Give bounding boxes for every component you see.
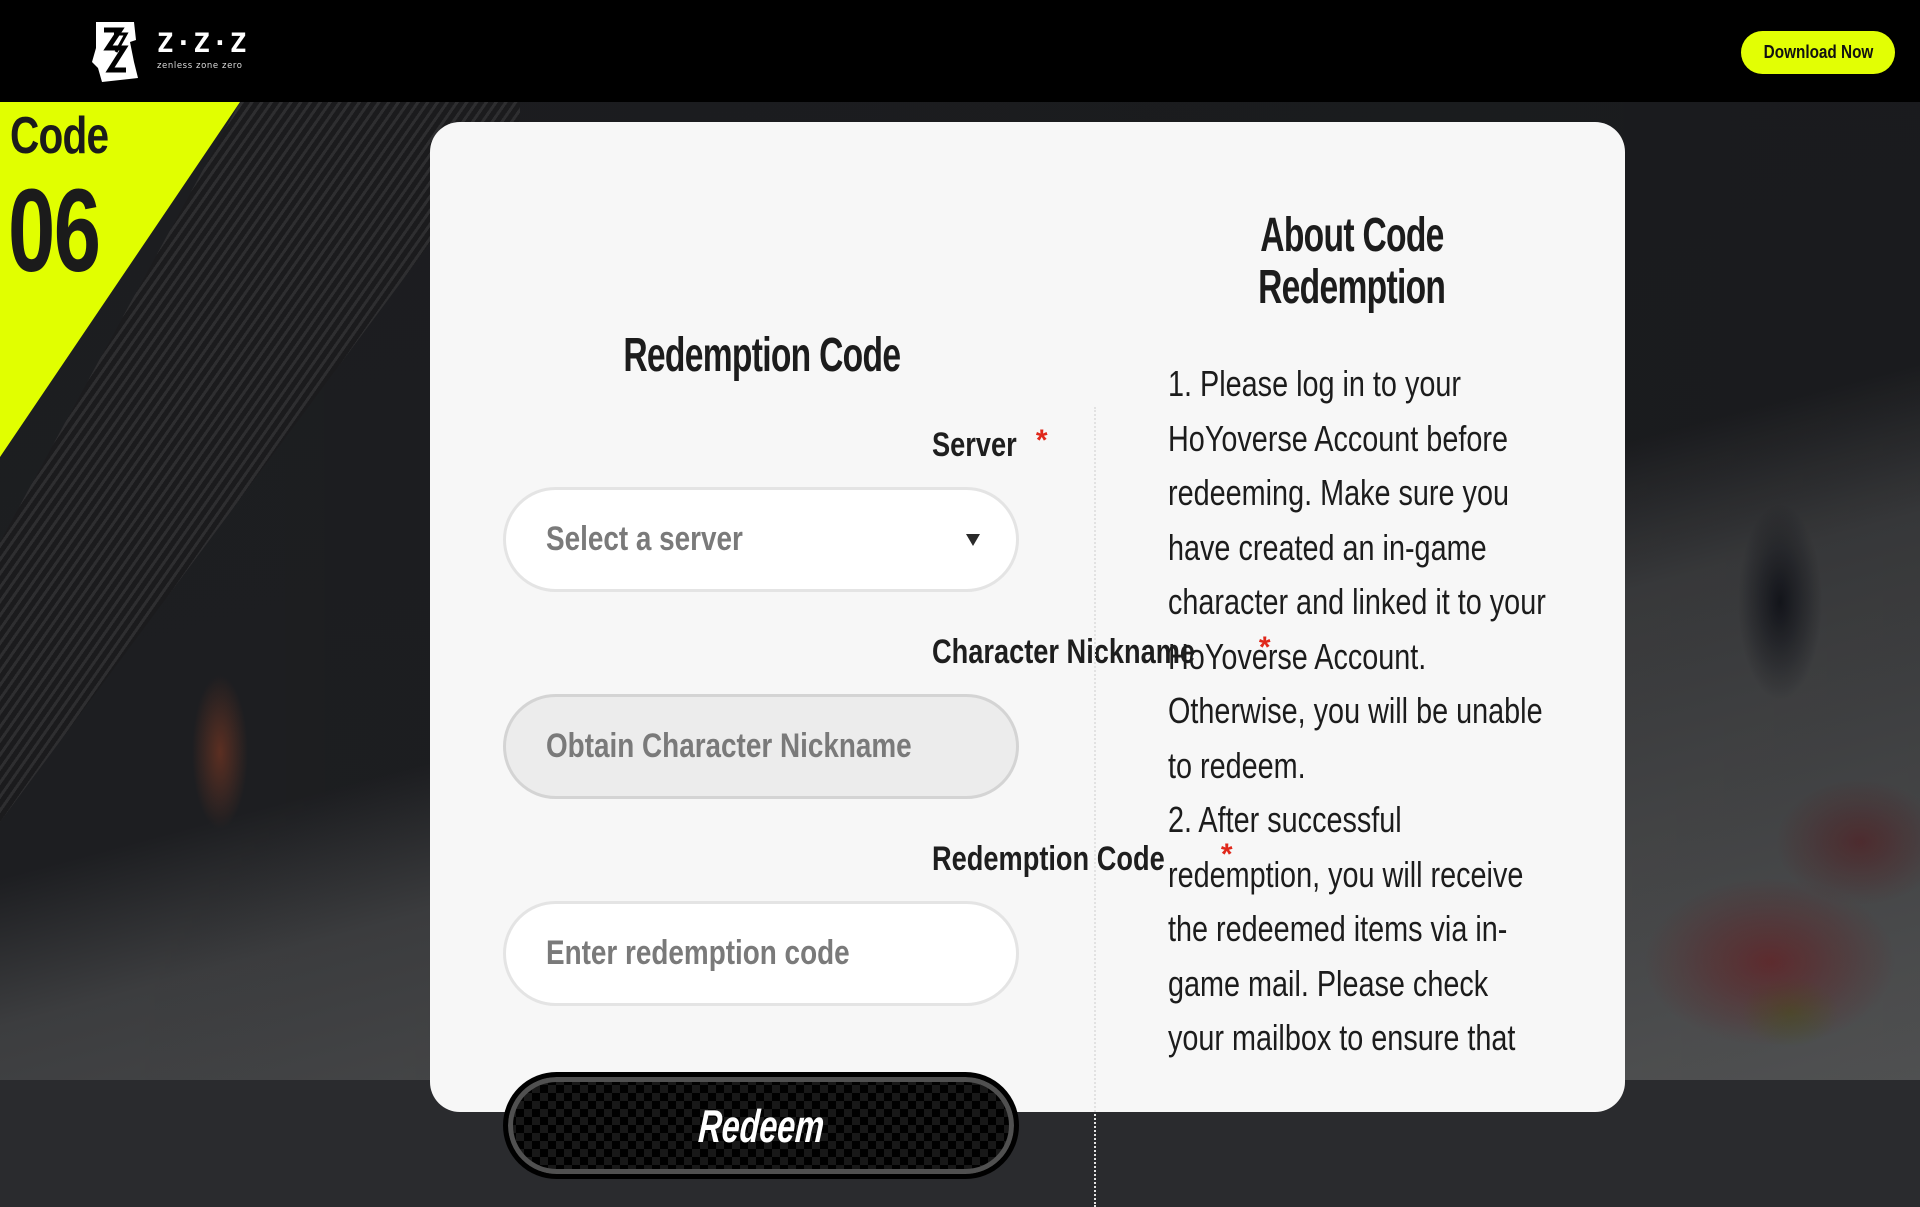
redemption-code-placeholder: Enter redemption code bbox=[546, 934, 850, 972]
server-select-placeholder: Select a server bbox=[546, 520, 743, 558]
redemption-card: Redemption Code Server * Select a server … bbox=[430, 122, 1625, 1207]
redemption-code-input[interactable]: Enter redemption code bbox=[503, 901, 1019, 1006]
about-description: 1. Please log in to your HoYoverse Accou… bbox=[1168, 357, 1548, 1066]
logo-title: Z·Z·Z bbox=[157, 28, 249, 59]
zzz-logo-icon[interactable] bbox=[90, 18, 140, 84]
redeem-button-label: Redeem bbox=[696, 1099, 826, 1152]
caret-down-icon bbox=[966, 533, 980, 546]
server-label: Server * bbox=[932, 424, 1048, 464]
code-badge-number: 06 bbox=[8, 165, 101, 297]
logo-subtitle: zenless zone zero bbox=[157, 61, 243, 71]
about-paragraph-2: 2. After successful redemption, you will… bbox=[1168, 799, 1524, 1058]
required-asterisk: * bbox=[1035, 424, 1048, 457]
code-badge-label: Code bbox=[10, 107, 109, 165]
server-select[interactable]: Select a server bbox=[503, 487, 1019, 592]
top-header: Z·Z·Z zenless zone zero Download Now bbox=[0, 0, 1920, 102]
download-now-button[interactable]: Download Now bbox=[1741, 31, 1895, 74]
column-divider bbox=[1094, 407, 1096, 1207]
download-now-label: Download Now bbox=[1763, 42, 1873, 62]
character-nickname-field[interactable]: Obtain Character Nickname bbox=[503, 694, 1019, 799]
about-title: About Code Redemption bbox=[1258, 209, 1446, 314]
character-nickname-placeholder: Obtain Character Nickname bbox=[546, 727, 912, 765]
about-paragraph-1: 1. Please log in to your HoYoverse Accou… bbox=[1168, 363, 1546, 786]
redeem-button[interactable]: Redeem bbox=[503, 1072, 1019, 1179]
form-title: Redemption Code bbox=[623, 329, 902, 382]
